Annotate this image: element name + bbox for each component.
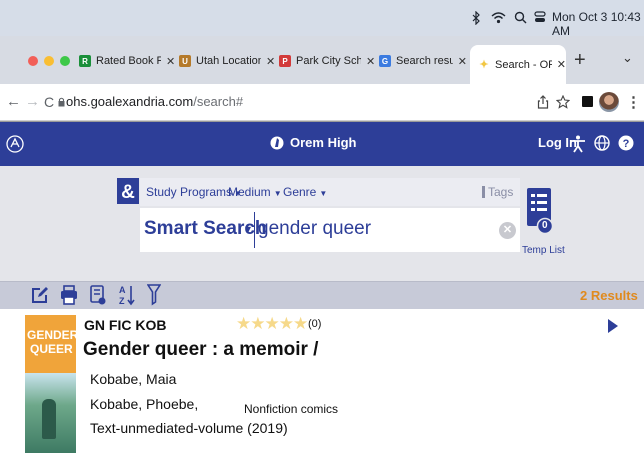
- star-rating[interactable]: ★★★★★: [236, 314, 308, 334]
- print-icon[interactable]: [60, 285, 78, 305]
- cover-figure: [42, 399, 56, 439]
- cover-title-text: GENDER: [27, 328, 76, 342]
- browser-window: Mon Oct 3 10:43 AM R Rated Book Revie ✕ …: [0, 0, 644, 453]
- svg-text:A: A: [119, 285, 126, 295]
- school-name: Orem High: [290, 135, 357, 150]
- star-icon: ★: [293, 314, 308, 333]
- clear-search-icon[interactable]: ✕: [499, 222, 516, 239]
- url-domain: ohs.goalexandria.com: [66, 94, 194, 109]
- tab-park-city-school[interactable]: P Park City School D ✕: [279, 45, 376, 77]
- tab-label: Search - OREMHS: [495, 58, 552, 71]
- menubar-clock[interactable]: Mon Oct 3 10:43 AM: [552, 10, 644, 38]
- rating-count: (0): [308, 318, 322, 330]
- tab-utah-locations[interactable]: U Utah Locations | F ✕: [179, 45, 276, 77]
- cover-title-text: QUEER: [30, 342, 73, 356]
- format-and-year: Text-unmediated-volume (2019): [90, 420, 288, 436]
- search-row: Smart Search ▾ gender queer ✕: [140, 208, 520, 252]
- accessibility-icon[interactable]: [570, 135, 586, 153]
- tab-favicon: ✦: [478, 58, 490, 71]
- sort-az-icon[interactable]: A Z: [118, 284, 136, 306]
- search-result-item[interactable]: GENDER QUEER GN FIC KOB ★★★★★ (0) Gender…: [0, 309, 644, 453]
- globe-language-icon[interactable]: [594, 135, 610, 151]
- spotlight-search-icon[interactable]: [514, 11, 527, 24]
- results-toolbar: A Z 2 Results: [0, 281, 644, 309]
- school-crest-icon: [270, 136, 284, 150]
- side-panel-icon[interactable]: [582, 96, 593, 107]
- share-icon[interactable]: [537, 95, 549, 109]
- close-icon[interactable]: ✕: [366, 55, 375, 68]
- close-icon[interactable]: ✕: [458, 55, 467, 68]
- bookmark-star-icon[interactable]: [556, 95, 570, 109]
- caret-down-icon: ▼: [273, 189, 282, 198]
- back-button[interactable]: ←: [6, 93, 21, 110]
- tab-label: Utah Locations | F: [196, 55, 261, 67]
- address-bar: ← → C ohs.goalexandria.com/search# ⋮: [0, 84, 644, 121]
- filter-genre[interactable]: Genre ▼: [283, 185, 327, 199]
- new-tab-button[interactable]: +: [574, 49, 586, 72]
- macos-menu-bar: Mon Oct 3 10:43 AM: [0, 0, 644, 38]
- star-icon: ★: [236, 314, 251, 333]
- book-title[interactable]: Gender queer : a memoir /: [83, 339, 318, 361]
- google-drive-icon: G: [379, 55, 391, 67]
- tab-favicon: R: [79, 55, 91, 67]
- call-number: GN FIC KOB: [84, 317, 167, 333]
- svg-text:&: &: [121, 182, 135, 203]
- lock-icon[interactable]: [58, 97, 65, 107]
- edit-icon[interactable]: [31, 286, 49, 304]
- close-icon[interactable]: ✕: [557, 58, 566, 71]
- url-field[interactable]: ohs.goalexandria.com/search#: [66, 94, 243, 109]
- caret-down-icon[interactable]: ▾: [245, 222, 251, 236]
- author-name[interactable]: Kobabe, Phoebe,: [90, 396, 198, 412]
- svg-text:Z: Z: [119, 296, 125, 306]
- bluetooth-icon[interactable]: [472, 11, 481, 25]
- tab-favicon: P: [279, 55, 291, 67]
- star-icon: ★: [250, 314, 265, 333]
- add-to-list-icon[interactable]: [90, 285, 106, 305]
- help-icon[interactable]: ?: [618, 135, 634, 151]
- search-panel: & Study Programs ▼ Medium ▼ Genre ▼ Tags Sm…: [0, 166, 644, 281]
- tab-search-menu-button[interactable]: ⌄: [622, 50, 633, 66]
- control-center-icon[interactable]: [534, 11, 546, 24]
- svg-text:?: ?: [623, 138, 630, 150]
- search-input-divider: [254, 212, 255, 248]
- temp-list-count: 0: [542, 220, 548, 231]
- temp-list-icon[interactable]: [527, 188, 553, 236]
- book-cover-image[interactable]: GENDER QUEER: [25, 315, 76, 453]
- tab-search-results-google[interactable]: G Search results - G ✕: [379, 45, 467, 77]
- tag-icon: [482, 186, 485, 198]
- tab-search-oremhs[interactable]: ✦ Search - OREMHS ✕: [470, 45, 566, 84]
- filter-medium[interactable]: Medium ▼: [228, 185, 282, 199]
- search-filters-bar: Study Programs ▼ Medium ▼ Genre ▼ Tags: [140, 178, 520, 206]
- tags-button[interactable]: Tags: [482, 185, 513, 199]
- tab-rated-book-reviews[interactable]: R Rated Book Revie ✕: [79, 45, 176, 77]
- forward-button[interactable]: →: [25, 93, 40, 110]
- star-icon: ★: [264, 314, 280, 333]
- tab-label: Rated Book Revie: [96, 55, 161, 67]
- play-arrow-icon[interactable]: [607, 318, 619, 334]
- alexandria-logo-icon[interactable]: [6, 135, 24, 153]
- filter-icon[interactable]: [147, 284, 161, 306]
- reload-button[interactable]: C: [44, 94, 54, 110]
- tab-favicon: U: [179, 55, 191, 67]
- caret-down-icon: ▼: [319, 189, 328, 198]
- ampersand-logo-icon[interactable]: &: [117, 178, 139, 204]
- results-count: 2 Results: [580, 288, 638, 303]
- tab-label: Search results - G: [396, 55, 453, 67]
- author-name[interactable]: Kobabe, Maia: [90, 371, 176, 387]
- minimize-window-button[interactable]: [44, 56, 54, 66]
- site-header: Orem High Log In ?: [0, 122, 644, 166]
- temp-list-label[interactable]: Temp List: [522, 245, 565, 256]
- browser-menu-icon[interactable]: ⋮: [626, 93, 641, 111]
- star-icon: ★: [278, 314, 294, 333]
- close-icon[interactable]: ✕: [266, 55, 275, 68]
- genre-label: Nonfiction comics: [244, 402, 339, 416]
- profile-avatar[interactable]: [599, 92, 619, 112]
- url-path: /search#: [193, 94, 244, 109]
- search-input[interactable]: gender queer: [258, 218, 371, 240]
- wifi-icon[interactable]: [491, 11, 506, 24]
- tab-label: Park City School D: [296, 55, 361, 67]
- close-icon[interactable]: ✕: [166, 55, 175, 68]
- close-window-button[interactable]: [28, 56, 38, 66]
- maximize-window-button[interactable]: [60, 56, 70, 66]
